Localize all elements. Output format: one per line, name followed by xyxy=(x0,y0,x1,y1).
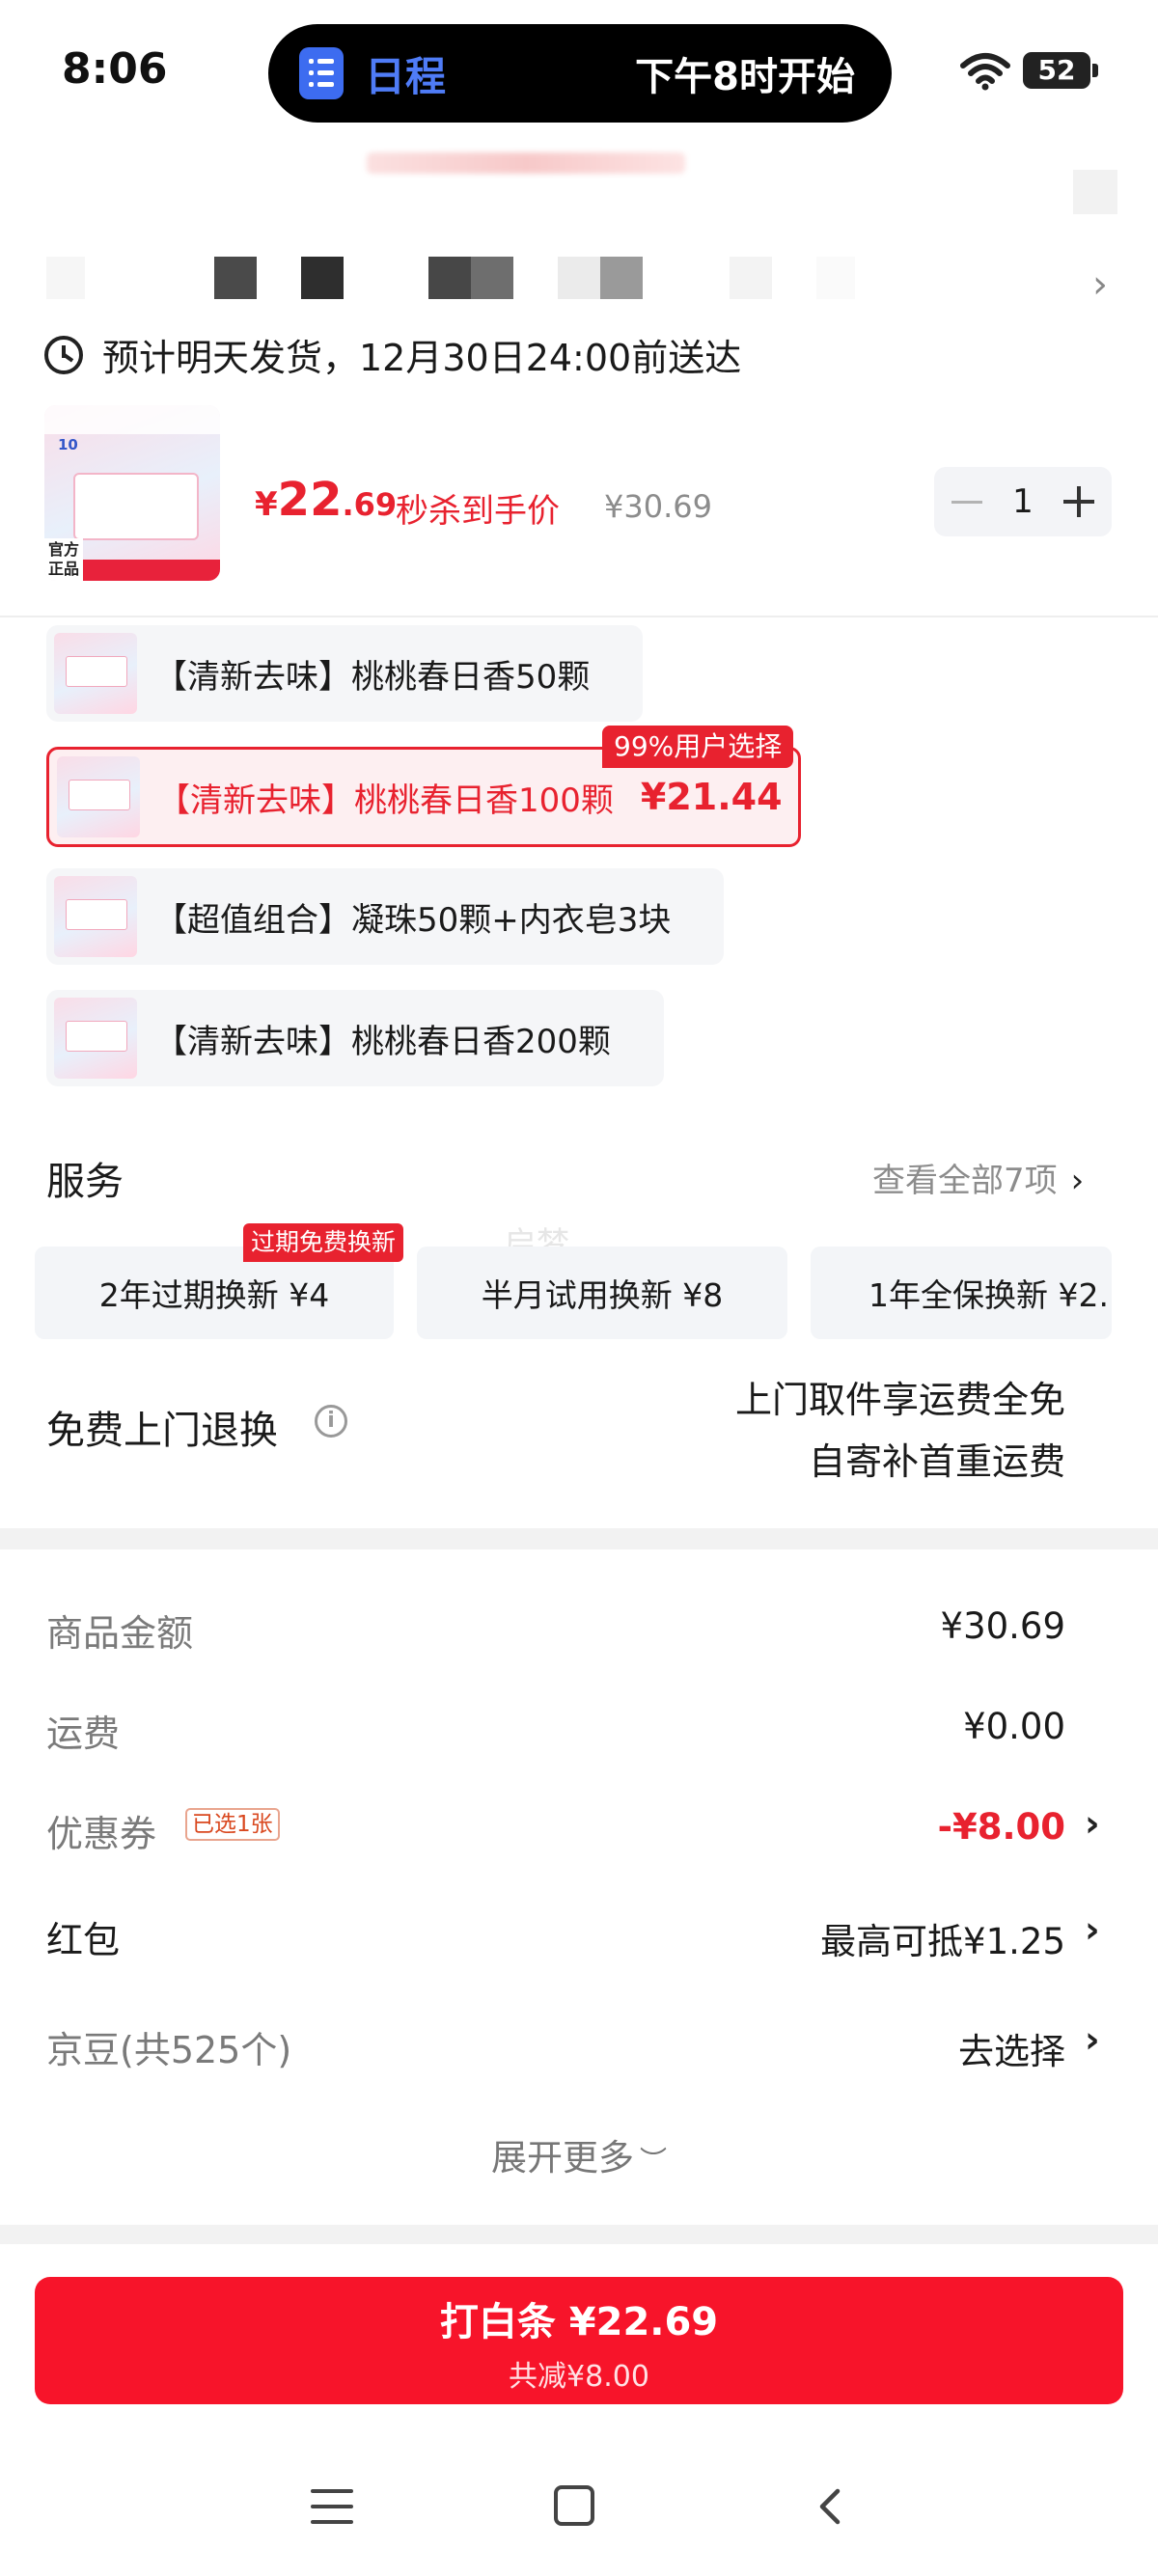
blurred-block xyxy=(214,257,257,299)
expand-more[interactable]: 展开更多 ︶ xyxy=(0,2128,1158,2180)
coupon-selected-tag: 已选1张 xyxy=(185,1808,280,1841)
delivery-estimate: 预计明天发货，12月30日24:00前送达 xyxy=(44,328,741,381)
free-return-line: 自寄补首重运费 xyxy=(808,1440,1065,1483)
home-icon[interactable] xyxy=(554,2485,594,2526)
pay-button[interactable]: 打白条 ¥22.69 共减¥8.00 xyxy=(35,2277,1123,2404)
quantity-stepper: 1 xyxy=(934,467,1112,536)
jingdou-label: 京豆(共525个) xyxy=(46,2029,292,2071)
menu-icon[interactable] xyxy=(311,2489,353,2524)
variant-label: 【清新去味】桃桃春日香50颗 xyxy=(154,657,591,697)
original-price: ¥30.69 xyxy=(604,488,712,525)
product-image[interactable]: 10 官方正品 xyxy=(44,405,220,581)
quantity-value[interactable]: 1 xyxy=(1012,482,1034,521)
free-return-title: 免费上门退换 xyxy=(46,1409,278,1453)
view-all-label: 查看全部7项 xyxy=(872,1162,1058,1200)
blurred-block xyxy=(1073,170,1117,214)
variant-thumbnail xyxy=(54,876,137,957)
blurred-banner xyxy=(367,152,685,174)
info-icon[interactable]: i xyxy=(315,1405,347,1438)
chevron-right-icon[interactable]: › xyxy=(1085,2018,1100,2061)
red-packet-label: 红包 xyxy=(46,1919,121,1961)
chevron-right-icon[interactable]: › xyxy=(1092,262,1108,307)
blurred-block xyxy=(816,257,855,299)
clock-icon xyxy=(44,335,83,374)
pay-button-discount: 共减¥8.00 xyxy=(509,2360,649,2394)
island-app-name: 日程 xyxy=(365,52,447,100)
variant-thumbnail xyxy=(54,998,137,1079)
variant-label: 【超值组合】凝珠50颗+内衣皂3块 xyxy=(154,900,672,940)
price-currency: ¥ xyxy=(255,485,278,524)
jingdou-value[interactable]: 去选择 xyxy=(958,2022,1065,2074)
chevron-down-icon: ︶ xyxy=(639,2145,667,2177)
status-time: 8:06 xyxy=(62,44,168,94)
calendar-list-icon xyxy=(299,47,344,99)
goods-amount-value: ¥30.69 xyxy=(940,1605,1065,1647)
official-badge: 官方正品 xyxy=(44,538,83,581)
delivery-text: 预计明天发货，12月30日24:00前送达 xyxy=(102,337,742,379)
services-title: 服务 xyxy=(46,1160,124,1204)
coupon-label: 优惠券 xyxy=(46,1813,157,1855)
variant-price: ¥21.44 xyxy=(640,776,783,818)
blurred-block xyxy=(301,257,344,299)
shipping-value: ¥0.00 xyxy=(963,1706,1065,1747)
chevron-right-icon: › xyxy=(1070,1162,1085,1200)
free-return-line: 上门取件享运费全免 xyxy=(734,1379,1065,1421)
red-packet-value[interactable]: 最高可抵¥1.25 xyxy=(820,1912,1065,1964)
thumb-shop-band xyxy=(44,405,220,434)
blurred-block xyxy=(471,257,513,299)
divider xyxy=(0,616,1158,617)
blurred-block xyxy=(600,257,643,299)
address-row[interactable] xyxy=(0,249,1158,307)
thumb-headline: 10 xyxy=(58,436,78,453)
battery-icon: 52 xyxy=(1023,52,1098,89)
services-view-all[interactable]: 查看全部7项 › xyxy=(872,1154,1084,1201)
section-divider xyxy=(0,1528,1158,1549)
variant-badge: 99%用户选择 xyxy=(602,726,794,768)
status-bar: 8:06 日程 下午8时开始 52 xyxy=(0,0,1158,145)
price-tag: 秒杀到手价 xyxy=(396,492,560,531)
variant-thumbnail xyxy=(54,633,137,714)
dynamic-island[interactable]: 日程 下午8时开始 xyxy=(268,24,892,123)
price-integer: 22 xyxy=(277,473,343,527)
variant-label: 【清新去味】桃桃春日香200颗 xyxy=(154,1022,611,1061)
variant-option[interactable]: 【超值组合】凝珠50颗+内衣皂3块 xyxy=(46,868,724,965)
variant-option[interactable]: 【清新去味】桃桃春日香200颗 xyxy=(46,990,664,1086)
service-option[interactable]: 1年全保换新 ¥2. xyxy=(811,1247,1112,1339)
blurred-block xyxy=(558,257,600,299)
pay-button-label: 打白条 ¥22.69 xyxy=(439,2300,719,2344)
back-icon[interactable] xyxy=(811,2487,849,2526)
blurred-block xyxy=(46,257,85,299)
variant-thumbnail xyxy=(57,756,140,837)
chevron-right-icon[interactable]: › xyxy=(1085,1802,1100,1845)
service-option[interactable]: 半月试用换新 ¥8 xyxy=(417,1247,787,1339)
variant-label: 【清新去味】桃桃春日香100颗 xyxy=(157,781,614,820)
shipping-label: 运费 xyxy=(46,1713,121,1755)
coupon-value[interactable]: -¥8.00 xyxy=(938,1806,1065,1848)
thumb-package xyxy=(73,473,199,540)
section-divider xyxy=(0,2225,1158,2244)
chevron-right-icon[interactable]: › xyxy=(1085,1908,1100,1951)
variant-option[interactable]: 【清新去味】桃桃春日香50颗 xyxy=(46,625,643,722)
expand-label: 展开更多 xyxy=(490,2137,634,2179)
price-decimal: .69 xyxy=(342,486,398,523)
wifi-icon xyxy=(960,53,1010,91)
blurred-block xyxy=(730,257,772,299)
blurred-block xyxy=(428,257,471,299)
current-price: ¥22.69 xyxy=(255,473,397,527)
plus-icon[interactable] xyxy=(1062,486,1094,517)
minus-icon[interactable] xyxy=(951,500,982,504)
service-badge: 过期免费换新 xyxy=(243,1223,404,1262)
island-status-text: 下午8时开始 xyxy=(635,55,855,99)
thumb-strip xyxy=(83,560,220,581)
goods-amount-label: 商品金额 xyxy=(46,1612,194,1655)
